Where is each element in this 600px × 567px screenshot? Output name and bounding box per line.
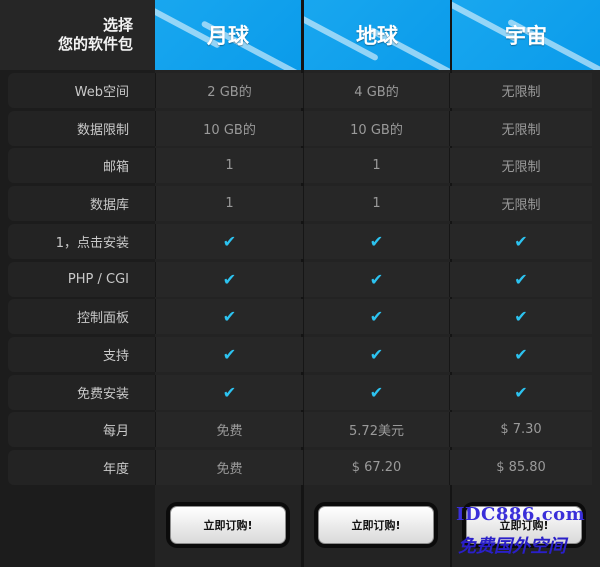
cell-universe: 无限制	[449, 148, 592, 183]
cell-universe: ✔	[449, 262, 592, 297]
cell-universe: $ 85.80	[449, 450, 592, 485]
cell-earth: 1	[303, 148, 449, 183]
plan-header-earth: 地球	[304, 0, 450, 70]
title-line-1: 选择	[102, 16, 133, 34]
cell-moon: 免费	[155, 412, 303, 447]
table-row: 数据库 1 1 无限制	[8, 186, 600, 221]
table-row: Web空间 2 GB的 4 GB的 无限制	[8, 73, 600, 108]
cell-earth: ✔	[303, 375, 449, 410]
row-label: 邮箱	[8, 148, 155, 183]
cell-universe: $ 7.30	[449, 412, 592, 447]
cell-moon: ✔	[155, 262, 303, 297]
cell-moon: ✔	[155, 299, 303, 334]
title-line-2: 您的软件包	[57, 35, 133, 53]
table-row: 数据限制 10 GB的 10 GB的 无限制	[8, 111, 600, 146]
check-icon: ✔	[369, 231, 384, 251]
row-label: Web空间	[8, 73, 155, 108]
row-label: 1，点击安装	[8, 224, 155, 259]
cell-moon: ✔	[155, 337, 303, 372]
check-icon: ✔	[369, 344, 384, 364]
check-icon: ✔	[222, 382, 237, 402]
cell-earth: 5.72美元	[303, 412, 449, 447]
order-now-button-earth[interactable]: 立即订购!	[318, 506, 434, 544]
cell-universe: ✔	[449, 299, 592, 334]
cell-earth: 1	[303, 186, 449, 221]
cell-moon: ✔	[155, 375, 303, 410]
check-icon: ✔	[514, 382, 528, 402]
watermark-line-1: IDC886.com	[456, 504, 586, 525]
cell-earth: $ 67.20	[303, 450, 449, 485]
cell-moon: 1	[155, 148, 303, 183]
cell-moon: 免费	[155, 450, 303, 485]
row-label: 支持	[8, 337, 155, 372]
cell-universe: 无限制	[449, 73, 592, 108]
cell-universe: 无限制	[449, 186, 592, 221]
cell-earth: ✔	[303, 262, 449, 297]
cell-earth: ✔	[303, 337, 449, 372]
row-label: 免费安装	[8, 375, 155, 410]
row-label: 年度	[8, 450, 155, 485]
order-now-button-moon[interactable]: 立即订购!	[170, 506, 286, 544]
plan-name: 月球	[207, 23, 249, 48]
cell-moon: 10 GB的	[155, 111, 303, 146]
cell-moon: ✔	[155, 224, 303, 259]
check-icon: ✔	[222, 231, 237, 251]
cell-moon: 1	[155, 186, 303, 221]
plan-header-moon: 月球	[155, 0, 301, 70]
choose-package-title: 选择 您的软件包	[0, 0, 155, 70]
plan-header-universe: 宇宙	[452, 0, 600, 70]
check-icon: ✔	[222, 269, 237, 289]
cell-universe: ✔	[449, 224, 592, 259]
watermark-line-2: 免费国外空间	[458, 536, 566, 557]
cell-earth: ✔	[303, 299, 449, 334]
cell-earth: 4 GB的	[303, 73, 449, 108]
row-label: PHP / CGI	[8, 262, 155, 297]
cell-earth: 10 GB的	[303, 111, 449, 146]
table-row: 每月 免费 5.72美元 $ 7.30	[8, 412, 600, 447]
check-icon: ✔	[369, 306, 384, 326]
table-row: PHP / CGI ✔ ✔ ✔	[8, 262, 600, 297]
check-icon: ✔	[514, 231, 528, 251]
row-label: 数据限制	[8, 111, 155, 146]
row-label: 每月	[8, 412, 155, 447]
row-label: 数据库	[8, 186, 155, 221]
table-row: 邮箱 1 1 无限制	[8, 148, 600, 183]
cell-universe: ✔	[449, 375, 592, 410]
plan-name: 宇宙	[505, 23, 547, 48]
cell-earth: ✔	[303, 224, 449, 259]
check-icon: ✔	[222, 344, 237, 364]
watermark: IDC886.com 免费国外空间	[452, 504, 600, 564]
plan-name: 地球	[356, 23, 398, 48]
row-label: 控制面板	[8, 299, 155, 334]
check-icon: ✔	[514, 344, 528, 364]
table-row: 免费安装 ✔ ✔ ✔	[8, 375, 600, 410]
check-icon: ✔	[514, 306, 528, 326]
check-icon: ✔	[369, 382, 384, 402]
table-row: 支持 ✔ ✔ ✔	[8, 337, 600, 372]
table-row: 控制面板 ✔ ✔ ✔	[8, 299, 600, 334]
cell-universe: ✔	[449, 337, 592, 372]
table-row: 1，点击安装 ✔ ✔ ✔	[8, 224, 600, 259]
check-icon: ✔	[369, 269, 384, 289]
check-icon: ✔	[514, 269, 528, 289]
cell-universe: 无限制	[449, 111, 592, 146]
check-icon: ✔	[222, 306, 237, 326]
table-row: 年度 免费 $ 67.20 $ 85.80	[8, 450, 600, 485]
cell-moon: 2 GB的	[155, 73, 303, 108]
